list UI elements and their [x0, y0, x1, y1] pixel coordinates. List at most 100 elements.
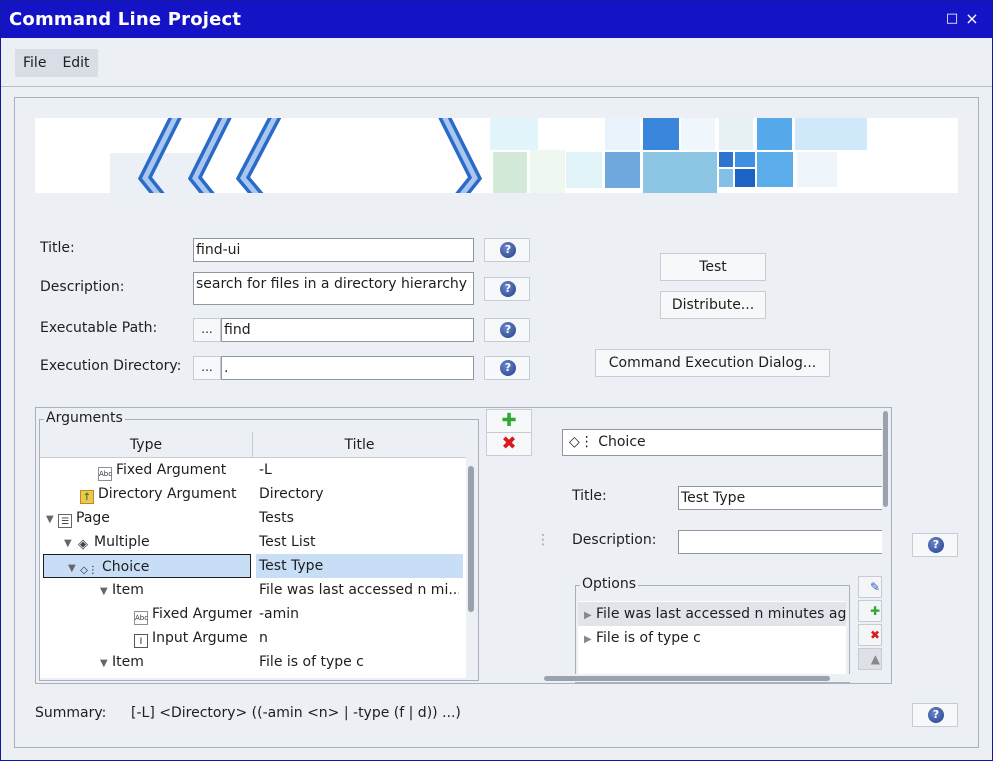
executable-path-help-button[interactable]: ?: [484, 318, 530, 342]
arguments-tree[interactable]: Type Title Abc Fixed Argument -L ↑ Directo…: [40, 432, 466, 678]
tree-row[interactable]: ▼ ◈ Multiple Test List: [40, 530, 466, 554]
executable-path-browse-button[interactable]: ...: [193, 318, 221, 342]
drag-handle-icon[interactable]: ⋮: [536, 532, 550, 548]
banner-image: [35, 118, 958, 193]
title-label: Title:: [40, 240, 75, 256]
list-page-icon: ☰: [58, 514, 72, 528]
column-header-type[interactable]: Type: [40, 432, 253, 458]
choice-header: ◇⋮ Choice: [562, 429, 882, 456]
move-option-button[interactable]: ▲: [858, 648, 882, 670]
tree-row-title: Directory: [259, 486, 324, 502]
tree-row-title: Test List: [259, 534, 316, 550]
arguments-legend: Arguments: [44, 410, 125, 426]
delete-icon: ✖: [501, 433, 517, 454]
tree-row[interactable]: ↑ Directory Argument Directory: [40, 482, 466, 506]
detail-description-input[interactable]: [678, 530, 882, 554]
detail-title-label: Title:: [572, 488, 607, 504]
expand-arrow-icon[interactable]: ▶: [584, 628, 596, 652]
execution-directory-input[interactable]: .: [221, 356, 474, 380]
execution-directory-browse-button[interactable]: ...: [193, 356, 221, 380]
expand-arrow-icon[interactable]: ▶: [584, 604, 596, 628]
arrow-up-icon: ▲: [870, 652, 880, 666]
help-icon: ?: [928, 537, 944, 553]
command-execution-dialog-button[interactable]: Command Execution Dialog...: [595, 349, 830, 377]
choice-icon: ◇⋮: [80, 565, 98, 576]
title-input[interactable]: find-ui: [193, 238, 474, 262]
tree-row[interactable]: I Input Argume n: [40, 626, 466, 650]
tree-row[interactable]: ▼ Item File was last accessed n mi...: [40, 578, 466, 602]
tree-row-selected[interactable]: ▼ ◇⋮ Choice Test Type: [40, 554, 466, 578]
plus-icon: ✚: [501, 410, 517, 431]
scrollbar-thumb[interactable]: [468, 466, 474, 612]
option-label: File is of type c: [596, 630, 701, 646]
close-button[interactable]: ×: [965, 11, 979, 27]
expand-arrow-icon[interactable]: ▼: [46, 508, 58, 530]
title-bar: Command Line Project □ ×: [1, 1, 992, 38]
detail-description-help-button[interactable]: ?: [912, 533, 958, 557]
execution-directory-help-button[interactable]: ?: [484, 356, 530, 380]
tree-row-type: Item: [112, 654, 144, 670]
option-row-selected[interactable]: ▶ File was last accessed n minutes ag: [578, 602, 846, 626]
help-icon: ?: [500, 360, 516, 376]
tree-row-title: Test Type: [256, 554, 463, 578]
remove-option-button[interactable]: ✖: [858, 624, 882, 646]
expand-arrow-icon[interactable]: ▼: [100, 580, 112, 602]
tree-row[interactable]: ▼ Item File is of type c: [40, 650, 466, 674]
add-argument-button[interactable]: ✚: [486, 409, 532, 433]
summary-help-button[interactable]: ?: [912, 703, 958, 727]
tree-row-type: Page: [76, 510, 110, 526]
details-vertical-scrollbar[interactable]: [882, 409, 890, 676]
test-button[interactable]: Test: [660, 253, 766, 281]
tree-row-type: Fixed Argumer: [152, 606, 252, 622]
column-header-title[interactable]: Title: [253, 432, 466, 458]
tree-row[interactable]: ▼ ☰ Page Tests: [40, 506, 466, 530]
expand-arrow-icon[interactable]: ▼: [68, 557, 80, 577]
option-row[interactable]: ▶ File is of type c: [578, 626, 846, 650]
options-list[interactable]: ▶ File was last accessed n minutes ag ▶ Fi…: [578, 601, 846, 681]
details-horizontal-scrollbar[interactable]: [540, 674, 882, 682]
detail-title-input[interactable]: Test Type: [678, 486, 882, 510]
menu-file[interactable]: File: [15, 49, 54, 77]
tree-row-title: -L: [259, 462, 272, 478]
input-field-icon: I: [134, 634, 148, 648]
delete-icon: ✖: [869, 628, 880, 642]
options-legend: Options: [580, 576, 639, 592]
summary-value: [-L] <Directory> ((-amin <n> | -type (f …: [131, 705, 461, 721]
menu-bar: File Edit: [1, 38, 992, 87]
folder-up-icon: ↑: [80, 490, 94, 504]
tree-row[interactable]: Abc Fixed Argumer -amin: [40, 602, 466, 626]
summary-label: Summary:: [35, 705, 107, 721]
expand-arrow-icon[interactable]: ▼: [100, 652, 112, 674]
menu-edit[interactable]: Edit: [54, 49, 97, 77]
description-label: Description:: [40, 279, 125, 295]
remove-argument-button[interactable]: ✖: [486, 432, 532, 456]
arguments-scrollbar[interactable]: [466, 432, 477, 678]
tree-row-type: Item: [112, 582, 144, 598]
maximize-button[interactable]: □: [945, 11, 959, 27]
plus-icon: ✚: [869, 604, 880, 618]
executable-path-input[interactable]: find: [221, 318, 474, 342]
edit-option-button[interactable]: ✎: [858, 576, 882, 598]
expand-arrow-icon[interactable]: ▼: [64, 532, 76, 554]
text-abc-icon: Abc: [134, 611, 148, 625]
execution-directory-label: Execution Directory:: [40, 358, 182, 374]
help-icon: ?: [500, 281, 516, 297]
scrollbar-thumb[interactable]: [544, 676, 830, 681]
tree-row-type: Directory Argument: [98, 486, 237, 502]
help-icon: ?: [500, 322, 516, 338]
tree-row-title: n: [259, 630, 268, 646]
help-icon: ?: [928, 707, 944, 723]
description-help-button[interactable]: ?: [484, 277, 530, 301]
scrollbar-thumb[interactable]: [883, 411, 888, 507]
tree-row-type: Fixed Argument: [116, 462, 227, 478]
distribute-button[interactable]: Distribute...: [660, 291, 766, 319]
detail-description-label: Description:: [572, 532, 657, 548]
text-abc-icon: Abc: [98, 467, 112, 481]
tree-row[interactable]: Abc Fixed Argument -L: [40, 458, 466, 482]
add-option-button[interactable]: ✚: [858, 600, 882, 622]
window-title: Command Line Project: [9, 9, 242, 30]
option-label: File was last accessed n minutes ag: [596, 606, 846, 622]
title-help-button[interactable]: ?: [484, 238, 530, 262]
description-input[interactable]: search for files in a directory hierarch…: [193, 272, 474, 305]
tree-row-type: Input Argume: [152, 630, 248, 646]
